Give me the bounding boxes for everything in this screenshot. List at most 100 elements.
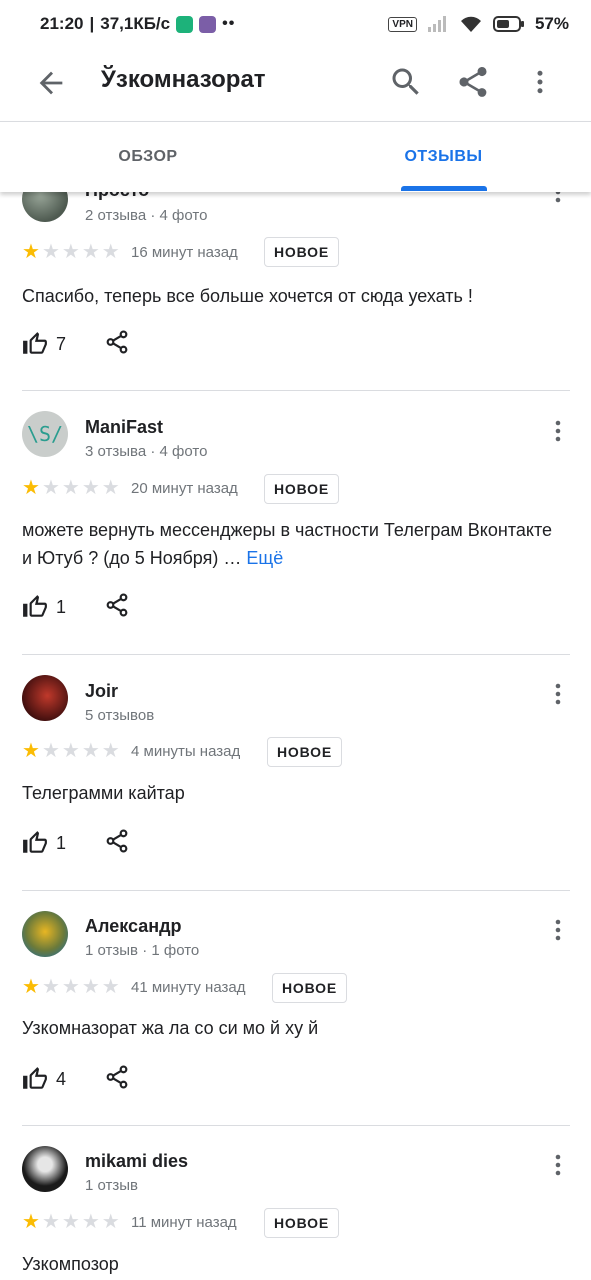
review-text-body: можете вернуть мессенджеры в частности Т… [22,520,553,568]
like-count: 4 [56,1068,67,1089]
more-vert-icon[interactable] [546,1149,570,1181]
thumb-up-icon [23,332,47,354]
star-empty-icon: ★ [61,477,80,499]
star-empty-icon: ★ [41,740,60,762]
tab-bar: ОБЗОР ОТЗЫВЫ [0,121,591,192]
share-icon[interactable] [104,1064,130,1090]
star-rating: ★ ★ ★ ★ ★ [22,242,120,262]
review-time: 11 минут назад [131,1214,237,1231]
vpn-icon: VPN [388,16,417,32]
review-text: Узкомпозор [22,1254,119,1274]
reviewer-meta: 5 отзывов [85,707,155,724]
search-icon[interactable] [388,64,424,100]
thumb-up-icon [23,831,47,853]
review-list[interactable]: Просто 2 отзыва · 4 фото ★ ★ ★ ★ ★ 16 ми… [0,191,591,1280]
star-empty-icon: ★ [61,1211,80,1233]
share-icon[interactable] [104,329,130,355]
tab-overview[interactable]: ОБЗОР [0,122,296,192]
like-count: 7 [56,333,67,354]
like-button[interactable]: 1 [22,830,66,856]
battery-percent: 57% [534,14,569,33]
share-icon[interactable] [455,64,491,100]
review-text: Телеграмми кайтар [22,783,185,803]
tab-reviews[interactable]: ОТЗЫВЫ [296,122,591,192]
star-empty-icon: ★ [81,740,100,762]
avatar[interactable] [22,191,68,222]
more-vert-icon[interactable] [546,191,570,208]
thumb-up-icon [23,595,47,617]
reviewer-name[interactable]: Александр [85,916,182,937]
star-empty-icon: ★ [41,976,60,998]
review-item: Joir 5 отзывов ★ ★ ★ ★ ★ 4 минуты назад … [0,655,591,890]
network-speed: 37,1КБ/с [100,14,171,33]
star-rating: ★ ★ ★ ★ ★ [22,741,120,761]
more-vert-icon[interactable] [546,678,570,710]
star-rating: ★ ★ ★ ★ ★ [22,478,120,498]
share-icon[interactable] [104,592,130,618]
page-title: Ўзкомназорат [101,66,266,93]
status-time: 21:20 [40,14,84,33]
new-badge: НОВОЕ [264,237,339,267]
star-empty-icon: ★ [101,1211,120,1233]
avatar[interactable] [22,911,68,957]
star-empty-icon: ★ [101,976,120,998]
review-item: Александр 1 отзыв · 1 фото ★ ★ ★ ★ ★ 41 … [0,891,591,1126]
reviewer-name[interactable]: mikami dies [85,1151,188,1172]
share-icon[interactable] [104,828,130,854]
like-button[interactable]: 1 [22,594,66,620]
review-item: \S/ ManiFast 3 отзыва · 4 фото ★ ★ ★ ★ ★… [0,391,591,654]
star-filled-icon: ★ [22,976,40,998]
star-empty-icon: ★ [81,976,100,998]
reviewer-meta: 3 отзыва · 4 фото [85,443,208,460]
arrow-back-icon[interactable] [34,66,68,100]
star-filled-icon: ★ [22,740,40,762]
more-vert-icon[interactable] [546,914,570,946]
reviewer-name[interactable]: Просто [85,191,149,201]
star-empty-icon: ★ [61,976,80,998]
review-time: 16 минут назад [131,244,238,261]
star-empty-icon: ★ [101,477,120,499]
star-empty-icon: ★ [101,740,120,762]
star-empty-icon: ★ [41,241,60,263]
review-time: 41 минуту назад [131,979,246,996]
star-empty-icon: ★ [61,241,80,263]
star-filled-icon: ★ [22,241,40,263]
star-empty-icon: ★ [101,241,120,263]
app-bar: Ўзкомназорат [0,48,591,120]
review-time: 20 минут назад [131,480,238,497]
more-vert-icon[interactable] [546,415,570,447]
notification-app-icon [176,15,194,33]
new-badge: НОВОЕ [272,973,347,1003]
star-empty-icon: ★ [81,241,100,263]
wifi-icon [460,16,481,32]
star-empty-icon: ★ [61,740,80,762]
like-button[interactable]: 4 [22,1066,66,1092]
tab-indicator [401,186,487,191]
reviewer-meta: 2 отзыва · 4 фото [85,207,208,224]
review-item: mikami dies 1 отзыв ★ ★ ★ ★ ★ 11 минут н… [0,1126,591,1280]
thumb-up-icon [23,1067,47,1089]
star-empty-icon: ★ [81,477,100,499]
like-button[interactable]: 7 [22,331,66,357]
reviewer-name[interactable]: Joir [85,681,118,702]
star-filled-icon: ★ [22,477,40,499]
read-more-link[interactable]: Ещё [246,548,283,568]
reviewer-meta: 1 отзыв [85,1177,139,1194]
status-right: VPN 57% [388,14,569,34]
new-badge: НОВОЕ [264,474,339,504]
star-empty-icon: ★ [41,477,60,499]
avatar[interactable] [22,675,68,721]
reviewer-meta: 1 отзыв · 1 фото [85,942,200,959]
star-rating: ★ ★ ★ ★ ★ [22,1212,120,1232]
like-count: 1 [56,832,67,853]
avatar[interactable] [22,1146,68,1192]
review-time: 4 минуты назад [131,743,241,760]
new-badge: НОВОЕ [267,737,342,767]
new-badge: НОВОЕ [264,1208,339,1238]
signal-icon [427,16,446,32]
more-vert-icon[interactable] [525,64,555,100]
avatar[interactable]: \S/ [22,411,68,457]
reviewer-name[interactable]: ManiFast [85,417,163,438]
star-empty-icon: ★ [41,1211,60,1233]
more-notifications-icon: •• [222,15,236,32]
